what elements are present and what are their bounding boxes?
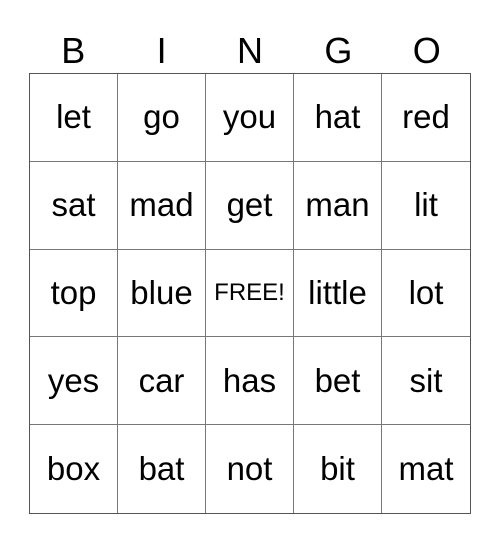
bingo-cell: blue [118,249,206,338]
bingo-cell: red [382,74,470,162]
bingo-grid: let go you hat red sat mad get man lit t… [29,73,471,514]
header-letter-g: G [324,30,353,71]
bingo-cell: sit [382,337,470,426]
bingo-cell: bet [294,337,382,426]
bingo-cell: box [30,425,118,513]
bingo-cell: mad [118,161,206,250]
bingo-cell: bit [294,425,382,513]
free-space-cell: FREE! [206,249,294,338]
bingo-cell: has [206,337,294,426]
bingo-cell: yes [30,337,118,426]
header-letter-n: N [236,30,263,71]
header-letter-o: O [412,30,441,71]
bingo-cell: let [30,74,118,162]
bingo-cell: hat [294,74,382,162]
bingo-cell: sat [30,161,118,250]
bingo-cell: lit [382,162,470,250]
bingo-cell: car [118,337,206,426]
bingo-cell: not [206,425,294,513]
bingo-cell: man [294,161,382,250]
header-letter-i: I [156,30,167,71]
header-letter-b: B [61,30,86,71]
bingo-cell: mat [398,450,454,488]
bingo-cell: little [294,249,382,338]
bingo-cell: lot [382,250,470,338]
bingo-cell: bat [118,425,206,513]
bingo-cell: you [206,74,294,162]
bingo-cell: get [206,161,294,250]
bingo-cell: top [30,249,118,338]
bingo-cell: go [118,74,206,162]
bingo-header: B I N G O [29,28,471,73]
